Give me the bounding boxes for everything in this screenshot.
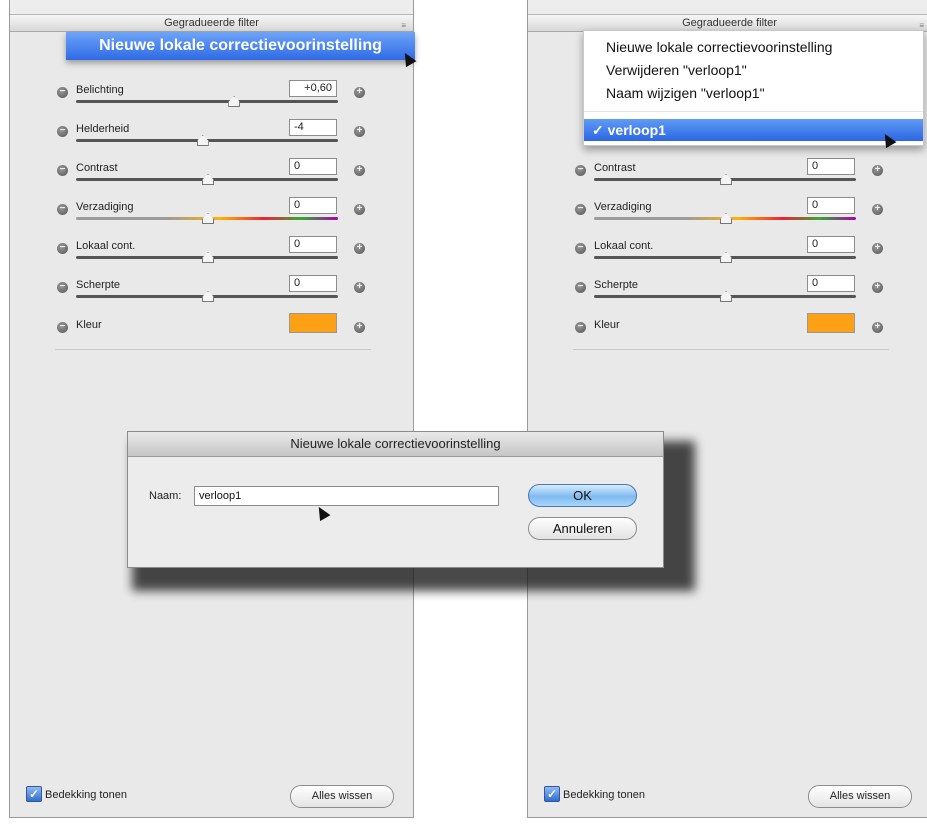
name-label: Naam:: [149, 490, 182, 502]
adjustment-row-contrast: − Contrast 0 +: [528, 158, 927, 197]
slider-track[interactable]: [76, 100, 338, 103]
plus-icon[interactable]: +: [354, 204, 365, 215]
slider-thumb[interactable]: [720, 213, 732, 224]
adjustment-value-field[interactable]: 0: [289, 236, 337, 253]
plus-icon[interactable]: +: [872, 282, 883, 293]
adjustment-value-field[interactable]: -4: [289, 119, 337, 136]
overlay-checkbox[interactable]: ✓: [544, 786, 560, 802]
slider-thumb[interactable]: [202, 213, 214, 224]
color-swatch[interactable]: [807, 313, 855, 333]
adjustment-value-field[interactable]: 0: [289, 197, 337, 214]
minus-icon[interactable]: −: [575, 243, 586, 254]
minus-icon[interactable]: −: [57, 165, 68, 176]
adjustment-row-lokaal-contrast: − Lokaal cont. 0 +: [10, 236, 413, 275]
plus-icon[interactable]: +: [354, 282, 365, 293]
plus-icon[interactable]: +: [872, 204, 883, 215]
plus-icon[interactable]: +: [354, 165, 365, 176]
clear-all-button[interactable]: Alles wissen: [808, 785, 912, 808]
dialog-title: Nieuwe lokale correctievoorinstelling: [128, 432, 663, 457]
preset-dropdown-menu: Nieuwe lokale correctievoorinstelling Ve…: [583, 30, 924, 146]
adjustment-label: Verzadiging: [76, 201, 134, 213]
minus-icon[interactable]: −: [57, 282, 68, 293]
panel-header: Gegradueerde filter ≡: [10, 14, 413, 32]
slider-thumb[interactable]: [202, 291, 214, 302]
adjustment-label: Lokaal cont.: [76, 240, 136, 252]
adjustment-value-field[interactable]: 0: [807, 236, 855, 253]
adjustment-label: Lokaal cont.: [594, 240, 654, 252]
overlay-checkbox[interactable]: ✓: [26, 786, 42, 802]
preset-menu-highlighted-item[interactable]: Nieuwe lokale correctievoorinstelling: [66, 32, 415, 60]
color-swatch[interactable]: [289, 313, 337, 333]
section-divider: [573, 349, 889, 350]
overlay-label: Bedekking tonen: [563, 789, 645, 801]
plus-icon[interactable]: +: [872, 322, 883, 333]
minus-icon[interactable]: −: [575, 282, 586, 293]
panel-title: Gegradueerde filter: [682, 17, 777, 29]
adjustment-row-verzadiging: − Verzadiging 0 +: [528, 197, 927, 236]
slider-thumb[interactable]: [228, 96, 241, 107]
slider-thumb[interactable]: [202, 174, 214, 185]
adjustment-label: Scherpte: [594, 279, 639, 291]
overlay-label: Bedekking tonen: [45, 789, 127, 801]
plus-icon[interactable]: +: [354, 243, 365, 254]
slider-thumb[interactable]: [196, 135, 209, 146]
plus-icon[interactable]: +: [354, 87, 365, 98]
adjustment-label: Verzadiging: [594, 201, 652, 213]
minus-icon[interactable]: −: [57, 204, 68, 215]
adjustment-value-field[interactable]: 0: [289, 158, 337, 175]
minus-icon[interactable]: −: [575, 322, 586, 333]
minus-icon[interactable]: −: [575, 204, 586, 215]
menu-item-delete-preset[interactable]: Verwijderen "verloop1": [606, 62, 747, 78]
adjustment-label: Contrast: [594, 162, 636, 174]
color-label: Kleur: [76, 319, 102, 331]
panel-top-edge: [528, 0, 927, 14]
clear-all-button[interactable]: Alles wissen: [290, 785, 394, 808]
cancel-button[interactable]: Annuleren: [528, 517, 637, 540]
graduated-filter-panel-left: Gegradueerde filter ≡ − Belichting +0,60…: [9, 0, 414, 818]
panel-top-edge: [10, 0, 413, 14]
adjustment-value-field[interactable]: 0: [807, 275, 855, 292]
adjustment-row-lokaal-contrast: − Lokaal cont. 0 +: [528, 236, 927, 275]
minus-icon[interactable]: −: [575, 165, 586, 176]
section-divider: [55, 349, 371, 350]
plus-icon[interactable]: +: [872, 165, 883, 176]
plus-icon[interactable]: +: [354, 126, 365, 137]
adjustment-label: Scherpte: [76, 279, 121, 291]
slider-thumb[interactable]: [720, 291, 732, 302]
adjustment-label: Helderheid: [76, 123, 130, 135]
minus-icon[interactable]: −: [57, 126, 68, 137]
adjustment-row-scherpte: − Scherpte 0 +: [528, 275, 927, 314]
adjustment-value-field[interactable]: 0: [289, 275, 337, 292]
minus-icon[interactable]: −: [57, 243, 68, 254]
new-preset-dialog: Nieuwe lokale correctievoorinstelling Na…: [127, 431, 664, 568]
adjustment-row-scherpte: − Scherpte 0 +: [10, 275, 413, 314]
plus-icon[interactable]: +: [872, 243, 883, 254]
adjustment-row-contrast: − Contrast 0 +: [10, 158, 413, 197]
color-label: Kleur: [594, 319, 620, 331]
adjustment-row-helderheid: − Helderheid -4 +: [10, 119, 413, 158]
adjustment-row-belichting: − Belichting +0,60 +: [10, 80, 413, 119]
panel-title: Gegradueerde filter: [164, 17, 259, 29]
adjustment-value-field[interactable]: 0: [807, 197, 855, 214]
slider-thumb[interactable]: [202, 252, 214, 263]
adjustment-value-field[interactable]: 0: [807, 158, 855, 175]
preset-name-input[interactable]: verloop1: [194, 486, 499, 506]
minus-icon[interactable]: −: [57, 322, 68, 333]
adjustment-label: Belichting: [76, 84, 124, 96]
slider-thumb[interactable]: [720, 252, 732, 263]
slider-thumb[interactable]: [720, 174, 732, 185]
menu-item-rename-preset[interactable]: Naam wijzigen "verloop1": [606, 85, 765, 101]
menu-item-new-preset[interactable]: Nieuwe lokale correctievoorinstelling: [606, 39, 832, 55]
minus-icon[interactable]: −: [57, 87, 68, 98]
menu-separator: [584, 111, 923, 112]
menu-item-preset-verloop1[interactable]: ✓ verloop1: [584, 119, 923, 141]
adjustment-value-field[interactable]: +0,60: [289, 80, 337, 97]
adjustment-row-verzadiging: − Verzadiging 0 +: [10, 197, 413, 236]
adjustment-label: Contrast: [76, 162, 118, 174]
plus-icon[interactable]: +: [354, 322, 365, 333]
ok-button[interactable]: OK: [528, 484, 637, 507]
